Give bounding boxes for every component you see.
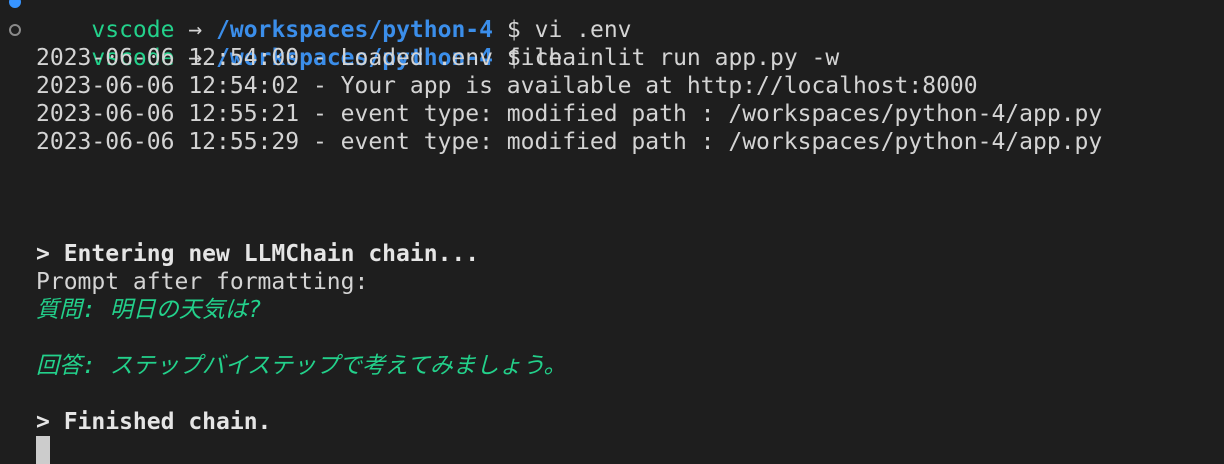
terminal-cursor: [36, 436, 50, 464]
cursor-line[interactable]: [0, 436, 1224, 464]
log-line: 2023-06-06 12:54:00 - Loaded .env file: [36, 45, 563, 71]
prompt-line-1: vscode → /workspaces/python-4 $ vi .env: [0, 0, 1224, 43]
prompt-formatting-label: Prompt after formatting:: [36, 269, 369, 295]
log-line: 2023-06-06 12:55:29 - event type: modifi…: [36, 129, 1103, 155]
question-line: 質問: 明日の天気は?: [36, 297, 262, 323]
chain-finished-line: > Finished chain.: [36, 409, 272, 435]
log-line: 2023-06-06 12:54:02 - Your app is availa…: [36, 73, 978, 99]
chain-entering-line: > Entering new LLMChain chain...: [36, 241, 480, 267]
log-line: 2023-06-06 12:55:21 - event type: modifi…: [36, 101, 1103, 127]
command-status-dot-icon[interactable]: [9, 0, 21, 8]
answer-line: 回答: ステップバイステップで考えてみましょう。: [36, 353, 567, 379]
terminal-panel[interactable]: vscode → /workspaces/python-4 $ vi .env …: [0, 0, 1224, 464]
command-running-circle-icon[interactable]: [9, 24, 21, 36]
prompt-line-2: vscode → /workspaces/python-4 $ chainlit…: [0, 16, 1224, 71]
